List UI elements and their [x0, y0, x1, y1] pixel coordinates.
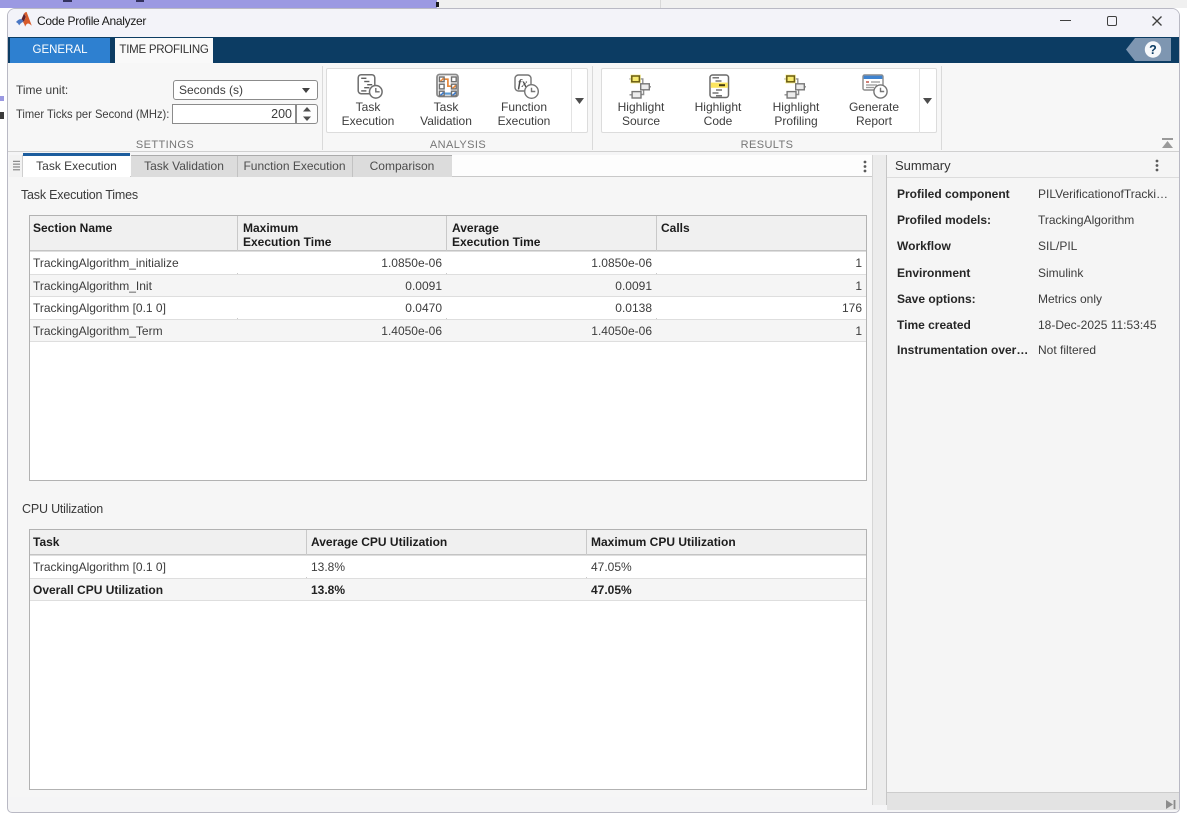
svg-text:?: ?: [1149, 43, 1157, 57]
